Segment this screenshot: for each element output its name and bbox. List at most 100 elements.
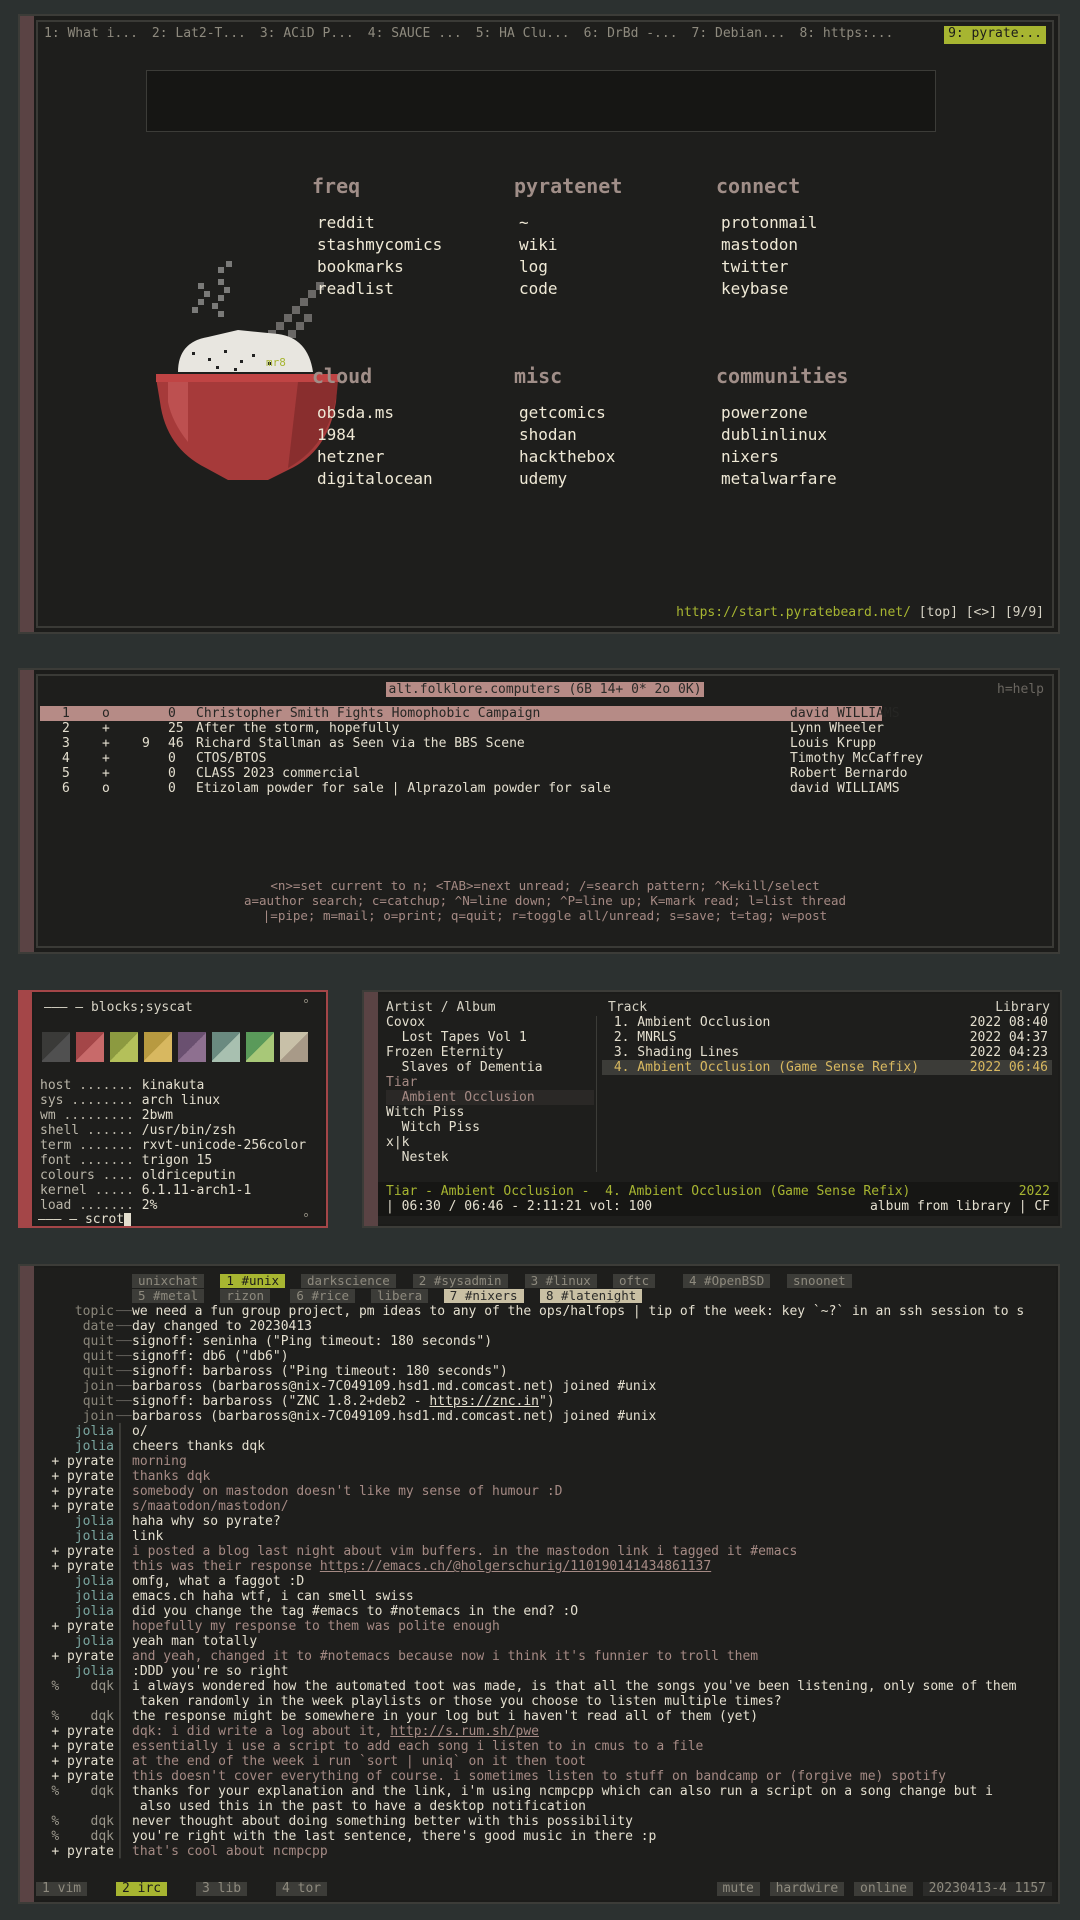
chat-nick: date bbox=[82, 1319, 114, 1334]
sysinfo-row: kernel ..... 6.1.11-arch1-1 bbox=[40, 1183, 251, 1198]
sysinfo-key: sys ........ bbox=[40, 1093, 142, 1108]
track-row[interactable]: 3. Shading Lines 2022 04:23 bbox=[602, 1045, 1052, 1060]
chat-line: % dqk │ thanks for your explanation and th… bbox=[34, 1784, 1044, 1799]
tmux-window-tab[interactable]: 3 lib bbox=[196, 1882, 248, 1896]
channel-tab[interactable]: 1 #unix bbox=[220, 1274, 286, 1288]
link[interactable]: protonmail bbox=[716, 212, 916, 234]
link[interactable]: code bbox=[514, 278, 714, 300]
chat-nick: quit bbox=[82, 1364, 114, 1379]
library-tree-item[interactable]: Lost Tapes Vol 1 bbox=[386, 1030, 527, 1045]
link[interactable]: metalwarfare bbox=[716, 468, 916, 490]
thread-row[interactable]: 2 +25 After the storm, hopefully Lynn Wheel… bbox=[40, 721, 1022, 736]
browser-tab[interactable]: 2: Lat2-T... bbox=[152, 26, 246, 44]
link[interactable]: getcomics bbox=[514, 402, 714, 424]
browser-tab[interactable]: 5: HA Clu... bbox=[476, 26, 570, 44]
track-row[interactable]: 1. Ambient Occlusion 2022 08:40 bbox=[602, 1015, 1052, 1030]
thread-row[interactable]: 6 o 0 Etizolam powder for sale | Alprazolam… bbox=[40, 781, 1022, 796]
track-row[interactable]: 4. Ambient Occlusion (Game Sense Refix) 2… bbox=[602, 1060, 1052, 1075]
tmux-window-tab[interactable]: 4 tor bbox=[276, 1882, 328, 1896]
channel-tab[interactable]: oftc bbox=[613, 1274, 656, 1288]
thread-row[interactable]: 4 +0 CTOS/BTOS Timothy McCaffrey bbox=[40, 751, 1022, 766]
chat-line: + pyrate │ this doesn't cover everything o… bbox=[34, 1769, 1044, 1784]
link[interactable]: stashmycomics bbox=[312, 234, 512, 256]
link[interactable]: log bbox=[514, 256, 714, 278]
link[interactable]: mastodon bbox=[716, 234, 916, 256]
link[interactable]: keybase bbox=[716, 278, 916, 300]
keybindings-line: <n>=set current to n; <TAB>=next unread;… bbox=[270, 878, 820, 893]
chat-message: signoff: seninha ("Ping timeout: 180 sec… bbox=[132, 1334, 493, 1349]
chat-nick: quit bbox=[82, 1334, 114, 1349]
chat-separator: │ bbox=[116, 1544, 124, 1559]
library-tree-item[interactable]: Slaves of Dementia bbox=[386, 1060, 543, 1075]
link[interactable]: reddit bbox=[312, 212, 512, 234]
channel-tab[interactable]: snoonet bbox=[787, 1274, 852, 1288]
message-link[interactable]: http://s.rum.sh/pwe bbox=[390, 1724, 539, 1739]
link[interactable]: digitalocean bbox=[312, 468, 512, 490]
track-row[interactable]: 2. MNRLS 2022 04:37 bbox=[602, 1030, 1052, 1045]
tmux-window-tab[interactable]: 1 vim bbox=[36, 1882, 88, 1896]
library-tree-item[interactable]: Witch Piss bbox=[386, 1120, 480, 1135]
chat-nick: topic bbox=[74, 1304, 114, 1319]
link[interactable]: hackthebox bbox=[514, 446, 714, 468]
message-link[interactable]: https://znc.in bbox=[429, 1394, 539, 1409]
library-tree-item[interactable]: Witch Piss bbox=[386, 1105, 464, 1120]
browser-tab[interactable]: 4: SAUCE ... bbox=[368, 26, 462, 44]
browser-tab[interactable]: 3: ACiD P... bbox=[260, 26, 354, 44]
link[interactable]: nixers bbox=[716, 446, 916, 468]
channel-tab[interactable]: rizon bbox=[220, 1289, 271, 1303]
thread-author: Timothy McCaffrey bbox=[790, 751, 924, 766]
chat-message: did you change the tag #emacs to #notema… bbox=[132, 1604, 579, 1619]
library-tree-item[interactable]: Tiar bbox=[386, 1075, 417, 1090]
browser-tab-active[interactable]: 9: pyrate... bbox=[944, 26, 1046, 44]
link[interactable]: obsda.ms bbox=[312, 402, 512, 424]
thread-size: 0 bbox=[168, 706, 176, 721]
browser-tab[interactable]: 8: https:... bbox=[799, 26, 893, 44]
thread-row[interactable]: 3 +9 46 Richard Stallman as Seen via the BB… bbox=[40, 736, 1022, 751]
link[interactable]: udemy bbox=[514, 468, 714, 490]
window-border-accent bbox=[20, 16, 34, 632]
group-title: pyratenet bbox=[514, 174, 623, 198]
link[interactable]: wiki bbox=[514, 234, 714, 256]
link[interactable]: powerzone bbox=[716, 402, 916, 424]
link[interactable]: dublinlinux bbox=[716, 424, 916, 446]
thread-row[interactable]: 1 o 0 Christopher Smith Fights Homophobic C… bbox=[40, 706, 900, 721]
link[interactable]: 1984 bbox=[312, 424, 512, 446]
thread-row[interactable]: 5 +0 CLASS 2023 commercial Robert Bernardo bbox=[40, 766, 1022, 781]
library-tree-item[interactable]: x|k bbox=[386, 1135, 409, 1150]
browser-tab[interactable]: 6: DrBd -... bbox=[584, 26, 678, 44]
chat-nick: jolia bbox=[74, 1529, 114, 1544]
chat-nick: + pyrate bbox=[51, 1724, 114, 1739]
link[interactable]: twitter bbox=[716, 256, 916, 278]
channel-tab[interactable]: 5 #metal bbox=[132, 1289, 205, 1303]
channel-tab[interactable]: unixchat bbox=[132, 1274, 205, 1288]
library-tree-item[interactable]: Ambient Occlusion bbox=[386, 1090, 594, 1105]
sysinfo-key: kernel ..... bbox=[40, 1183, 142, 1198]
channel-tab[interactable]: 7 #nixers bbox=[443, 1289, 524, 1303]
library-tree-item[interactable]: Covox bbox=[386, 1015, 425, 1030]
channel-tab[interactable]: darkscience bbox=[301, 1274, 396, 1288]
search-box[interactable] bbox=[146, 70, 936, 132]
channel-tab[interactable]: libera bbox=[371, 1289, 429, 1303]
link[interactable]: bookmarks bbox=[312, 256, 512, 278]
playback-progress: | 06:30 / 06:46 - 2:11:21 vol: 100 bbox=[386, 1199, 653, 1214]
link[interactable]: shodan bbox=[514, 424, 714, 446]
chat-message: day changed to 20230413 bbox=[132, 1319, 313, 1334]
message-link[interactable]: https://emacs.ch/@holgerschurig/11019014… bbox=[320, 1559, 711, 1574]
browser-tab[interactable]: 7: Debian... bbox=[692, 26, 786, 44]
channel-tab[interactable]: 6 #rice bbox=[290, 1289, 356, 1303]
channel-tab[interactable]: 2 #sysadmin bbox=[412, 1274, 508, 1288]
library-tree-item[interactable]: Frozen Eternity bbox=[386, 1045, 503, 1060]
link[interactable]: hetzner bbox=[312, 446, 512, 468]
channel-tab[interactable]: 4 #OpenBSD bbox=[683, 1274, 771, 1288]
newsgroup-title: alt.folklore.computers (6B 14+ 0* 2o 0K) bbox=[386, 682, 704, 697]
tmux-window-tab[interactable]: 2 irc bbox=[116, 1882, 168, 1896]
chat-message: and yeah, changed it to #notemacs becaus… bbox=[132, 1649, 759, 1664]
chat-nick: jolia bbox=[74, 1574, 114, 1589]
channel-tab[interactable]: 3 #linux bbox=[524, 1274, 597, 1288]
link[interactable]: ~ bbox=[514, 212, 714, 234]
channel-tab[interactable]: 8 #latenight bbox=[540, 1289, 643, 1303]
link[interactable]: readlist bbox=[312, 278, 512, 300]
chat-nick: jolia bbox=[74, 1634, 114, 1649]
library-tree-item[interactable]: Nestek bbox=[386, 1150, 449, 1165]
browser-tab[interactable]: 1: What i... bbox=[44, 26, 138, 44]
